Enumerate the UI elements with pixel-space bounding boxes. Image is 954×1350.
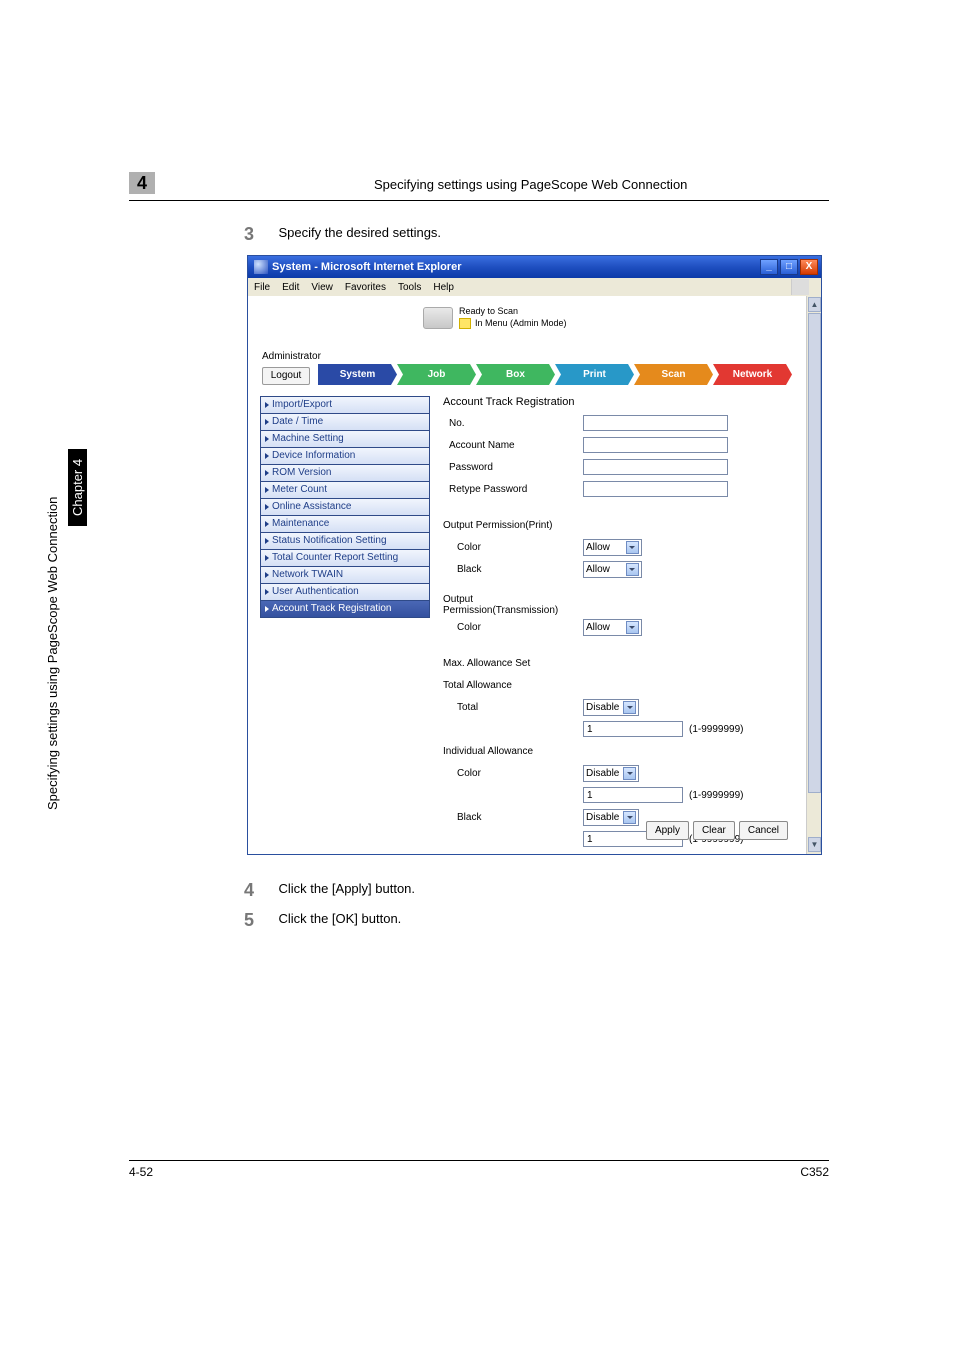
transmission-color-select[interactable]: Allow xyxy=(583,619,642,636)
print-color-select[interactable]: Allow xyxy=(583,539,642,556)
print-black-select[interactable]: Allow xyxy=(583,561,642,578)
indiv-color-range-label: (1-9999999) xyxy=(689,790,743,801)
tab-network[interactable]: Network xyxy=(713,364,792,385)
chevron-down-icon xyxy=(626,541,639,554)
step4-text: Click the [Apply] button. xyxy=(278,881,415,896)
menu-edit[interactable]: Edit xyxy=(282,282,299,293)
printer-icon xyxy=(423,307,453,329)
menu-file[interactable]: File xyxy=(254,282,270,293)
menu-view[interactable]: View xyxy=(311,282,333,293)
step4-number: 4 xyxy=(244,880,274,901)
chevron-down-icon xyxy=(623,701,636,714)
total-range-label: (1-9999999) xyxy=(689,724,743,735)
sidebar-item-device-information[interactable]: Device Information xyxy=(260,447,430,465)
side-chapter-badge: Chapter 4 xyxy=(68,449,87,526)
side-vertical-caption: Specifying settings using PageScope Web … xyxy=(45,497,60,810)
form-area: Account Track Registration No. Account N… xyxy=(443,396,789,850)
logout-button[interactable]: Logout xyxy=(262,367,310,385)
sidebar-item-status-notification[interactable]: Status Notification Setting xyxy=(260,532,430,550)
vertical-scrollbar[interactable]: ▲ ▼ xyxy=(806,296,821,854)
print-color-label: Color xyxy=(443,542,583,553)
tab-job[interactable]: Job xyxy=(397,364,476,385)
total-label: Total xyxy=(443,702,583,713)
warning-icon xyxy=(459,318,471,329)
chevron-down-icon xyxy=(623,767,636,780)
tab-bar: System Job Box Print Scan Network xyxy=(318,364,792,385)
close-button[interactable]: X xyxy=(800,259,818,275)
retype-password-input[interactable] xyxy=(583,481,728,497)
apply-button[interactable]: Apply xyxy=(646,821,689,840)
transmission-color-label: Color xyxy=(443,622,583,633)
minimize-button[interactable]: _ xyxy=(760,259,778,275)
step3-text: Specify the desired settings. xyxy=(278,225,441,240)
section-header-title: Specifying settings using PageScope Web … xyxy=(374,177,687,192)
sidebar-item-maintenance[interactable]: Maintenance xyxy=(260,515,430,533)
chevron-down-icon xyxy=(626,621,639,634)
sidebar-item-online-assistance[interactable]: Online Assistance xyxy=(260,498,430,516)
sidebar-item-network-twain[interactable]: Network TWAIN xyxy=(260,566,430,584)
total-value-input[interactable]: 1 xyxy=(583,721,683,737)
scroll-thumb[interactable] xyxy=(808,313,821,793)
administrator-label: Administrator xyxy=(262,351,321,362)
no-label: No. xyxy=(443,418,583,429)
ie-icon xyxy=(254,260,268,274)
indiv-color-label: Color xyxy=(443,768,583,779)
header-rule xyxy=(129,200,829,201)
sidebar-item-import-export[interactable]: Import/Export xyxy=(260,396,430,414)
page-number: 4-52 xyxy=(129,1165,153,1179)
retype-password-label: Retype Password xyxy=(443,484,583,495)
sidebar: Import/Export Date / Time Machine Settin… xyxy=(260,396,430,617)
screenshot-window: System - Microsoft Internet Explorer _ □… xyxy=(247,255,822,855)
sidebar-item-account-track-registration[interactable]: Account Track Registration xyxy=(260,600,430,618)
menu-help[interactable]: Help xyxy=(433,282,454,293)
maximize-button[interactable]: □ xyxy=(780,259,798,275)
step5-number: 5 xyxy=(244,910,274,931)
menu-favorites[interactable]: Favorites xyxy=(345,282,386,293)
status-ready: Ready to Scan xyxy=(459,306,567,316)
chapter-number-box: 4 xyxy=(129,172,155,194)
tab-print[interactable]: Print xyxy=(555,364,634,385)
throbber-icon xyxy=(791,279,809,295)
menu-tools[interactable]: Tools xyxy=(398,282,421,293)
footer-rule xyxy=(129,1160,829,1161)
form-title: Account Track Registration xyxy=(443,396,789,408)
individual-allowance-label: Individual Allowance xyxy=(443,746,583,757)
sidebar-item-date-time[interactable]: Date / Time xyxy=(260,413,430,431)
cancel-button[interactable]: Cancel xyxy=(739,821,788,840)
step5-text: Click the [OK] button. xyxy=(278,911,401,926)
password-label: Password xyxy=(443,462,583,473)
scroll-down-icon[interactable]: ▼ xyxy=(808,837,821,852)
max-allowance-set-title: Max. Allowance Set xyxy=(443,658,583,669)
model-number: C352 xyxy=(800,1165,829,1179)
menubar: File Edit View Favorites Tools Help xyxy=(248,278,821,296)
window-title: System - Microsoft Internet Explorer xyxy=(272,261,462,273)
no-input[interactable] xyxy=(583,415,728,431)
password-input[interactable] xyxy=(583,459,728,475)
indiv-color-select[interactable]: Disable xyxy=(583,765,639,782)
account-name-input[interactable] xyxy=(583,437,728,453)
sidebar-item-machine-setting[interactable]: Machine Setting xyxy=(260,430,430,448)
sidebar-item-total-counter-report[interactable]: Total Counter Report Setting xyxy=(260,549,430,567)
indiv-color-value-input[interactable]: 1 xyxy=(583,787,683,803)
clear-button[interactable]: Clear xyxy=(693,821,735,840)
sidebar-item-meter-count[interactable]: Meter Count xyxy=(260,481,430,499)
step3-number: 3 xyxy=(244,224,274,245)
tab-system[interactable]: System xyxy=(318,364,397,385)
status-mode: In Menu (Admin Mode) xyxy=(459,318,567,329)
total-allowance-label: Total Allowance xyxy=(443,680,583,691)
sidebar-item-user-authentication[interactable]: User Authentication xyxy=(260,583,430,601)
print-black-label: Black xyxy=(443,564,583,575)
tab-scan[interactable]: Scan xyxy=(634,364,713,385)
scroll-up-icon[interactable]: ▲ xyxy=(808,297,821,312)
output-permission-print-title: Output Permission(Print) xyxy=(443,520,583,531)
total-select[interactable]: Disable xyxy=(583,699,639,716)
sidebar-item-rom-version[interactable]: ROM Version xyxy=(260,464,430,482)
output-permission-transmission-title: Output Permission(Transmission) xyxy=(443,594,583,616)
tab-box[interactable]: Box xyxy=(476,364,555,385)
status-area: Ready to Scan In Menu (Admin Mode) xyxy=(423,306,567,329)
titlebar: System - Microsoft Internet Explorer _ □… xyxy=(248,256,821,278)
account-name-label: Account Name xyxy=(443,440,583,451)
chevron-down-icon xyxy=(626,563,639,576)
